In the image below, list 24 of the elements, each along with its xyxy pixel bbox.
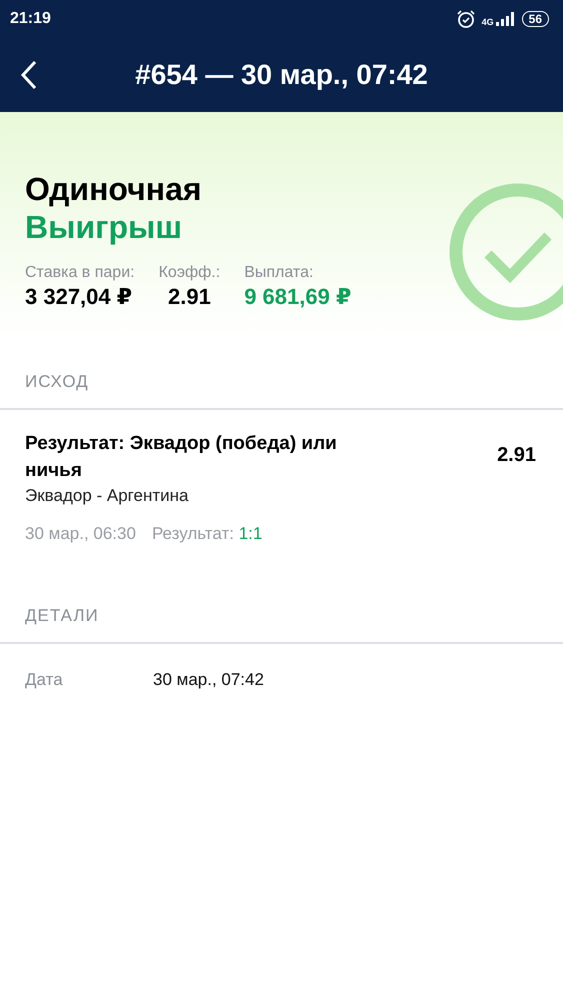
event-time: 30 мар., 06:30 bbox=[25, 524, 136, 544]
stat-label: Коэфф.: bbox=[158, 264, 220, 282]
checkmark-icon bbox=[448, 182, 563, 322]
network-label: 4G bbox=[482, 17, 494, 27]
stat-label: Выплата: bbox=[244, 264, 314, 282]
status-time: 21:19 bbox=[10, 10, 51, 28]
stat-label: Ставка в пари: bbox=[25, 264, 135, 282]
odds-value: 2.91 bbox=[497, 444, 536, 467]
detail-label: Дата bbox=[25, 670, 64, 690]
alarm-icon bbox=[456, 9, 476, 29]
stat-value: 3 327,04 ₽ bbox=[25, 284, 132, 310]
section-heading: ДЕТАЛИ bbox=[24, 605, 100, 627]
bet-type: Одиночная bbox=[25, 170, 203, 208]
detail-value: 30 мар., 07:42 bbox=[153, 670, 264, 690]
bet-result: Выигрыш bbox=[25, 208, 183, 246]
event-result: Результат: 1:1 bbox=[152, 524, 262, 544]
battery-indicator: 56 bbox=[522, 11, 549, 27]
signal-icon bbox=[496, 12, 516, 26]
stat-value: 2.91 bbox=[168, 284, 211, 310]
stat-value: 9 681,69 ₽ bbox=[244, 284, 352, 310]
page-title: #654 — 30 мар., 07:42 bbox=[135, 59, 428, 91]
section-heading: ИСХОД bbox=[24, 371, 90, 393]
selection-name: Результат: Эквадор (победа) или ничья bbox=[25, 432, 338, 483]
event-name: Эквадор - Аргентина bbox=[25, 486, 190, 506]
